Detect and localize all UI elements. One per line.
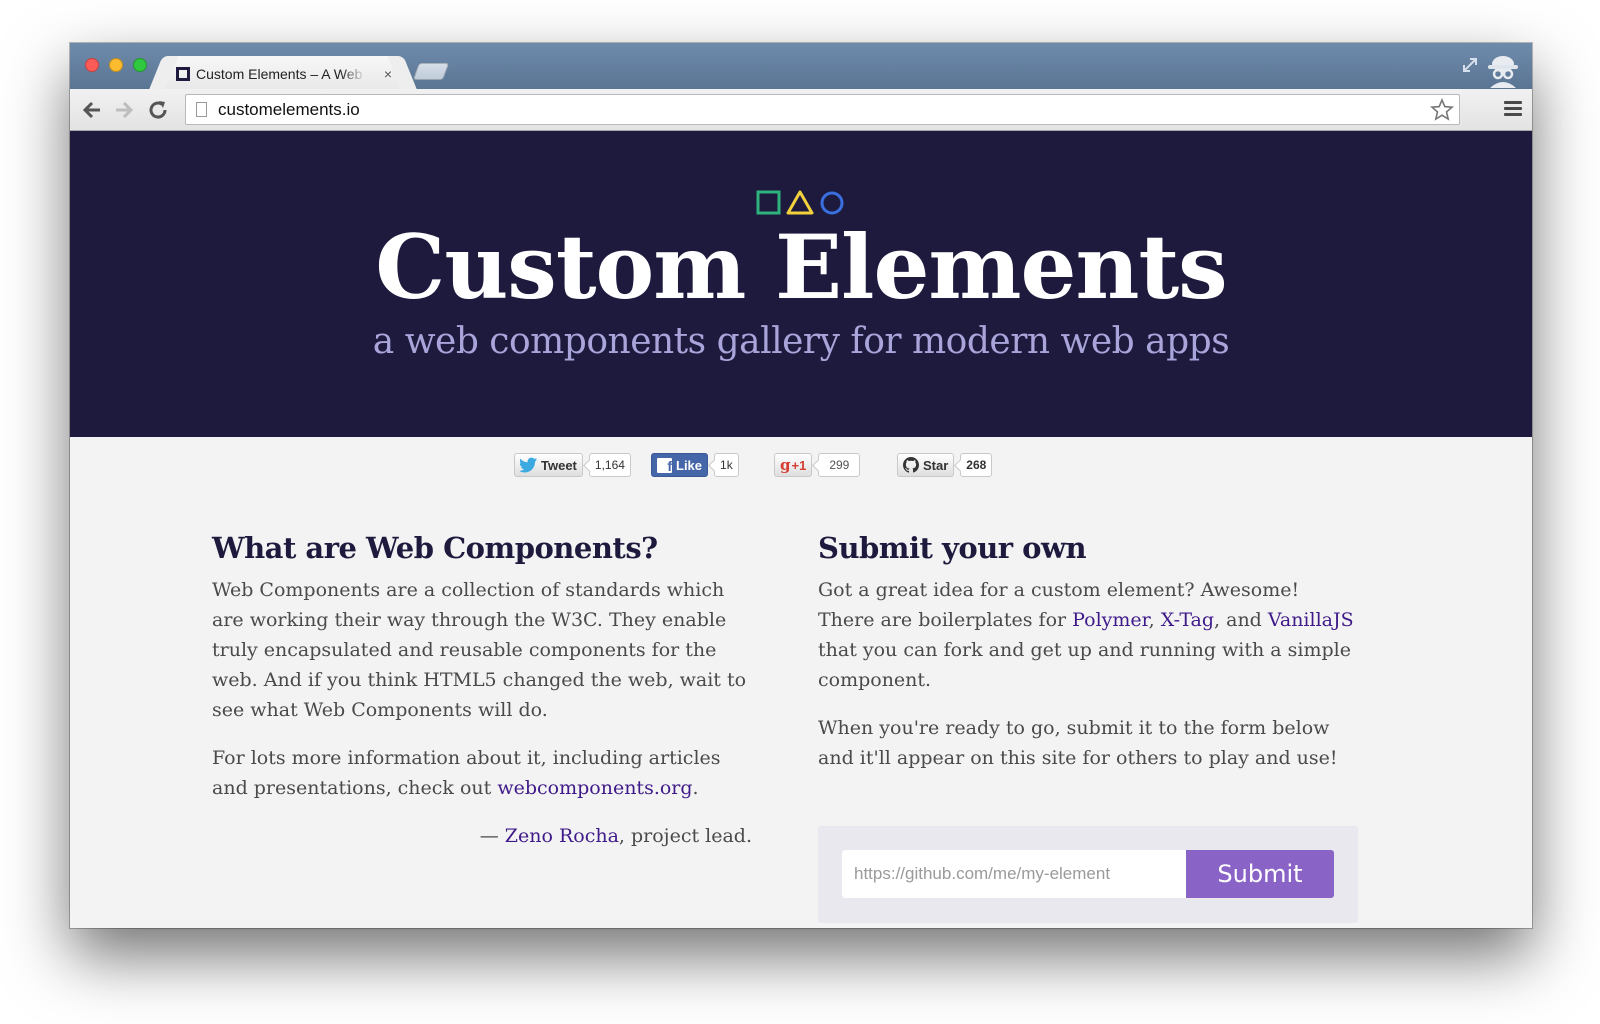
- submit-section: Submit your own Got a great idea for a c…: [818, 531, 1358, 791]
- github-octocat-icon: [903, 457, 919, 473]
- xtag-link[interactable]: X-Tag: [1161, 609, 1214, 631]
- signature-role: , project lead.: [618, 825, 752, 847]
- submit-button[interactable]: Submit: [1186, 850, 1334, 898]
- separator: , and: [1214, 609, 1268, 631]
- page-title: Custom Elements: [375, 215, 1227, 319]
- tweet-label: Tweet: [541, 457, 577, 473]
- twitter-bird-icon: [520, 457, 538, 473]
- zoom-window-button[interactable]: [133, 58, 147, 72]
- title-bar: Custom Elements – A Web Components Galle…: [70, 43, 1532, 89]
- fullscreen-icon[interactable]: [1460, 55, 1480, 75]
- submit-paragraph: Got a great idea for a custom element? A…: [818, 575, 1358, 695]
- submit-heading: Submit your own: [818, 531, 1087, 565]
- hero-banner: Custom Elements a web components gallery…: [70, 131, 1532, 437]
- tweet-count[interactable]: 1,164: [588, 453, 631, 477]
- tab-close-icon[interactable]: ×: [384, 66, 392, 82]
- star-count[interactable]: 268: [960, 453, 993, 477]
- browser-toolbar: customelements.io: [70, 89, 1532, 131]
- repo-url-input[interactable]: [842, 850, 1186, 898]
- zeno-rocha-link[interactable]: Zeno Rocha: [505, 825, 619, 847]
- submit-instructions: When you're ready to go, submit it to th…: [818, 717, 1338, 769]
- about-paragraph: Web Components are a collection of stand…: [212, 579, 747, 721]
- like-count[interactable]: 1k: [714, 453, 739, 477]
- address-bar[interactable]: customelements.io: [185, 94, 1460, 125]
- about-heading: What are Web Components?: [212, 531, 658, 565]
- google-plus-icon: g: [780, 456, 791, 474]
- page-subtitle: a web components gallery for modern web …: [372, 321, 1230, 362]
- social-buttons: Tweet 1,164 f Like 1k g +1 299 Star 268: [70, 453, 1532, 481]
- tweet-button[interactable]: Tweet 1,164: [514, 453, 631, 477]
- like-label: Like: [676, 457, 703, 473]
- about-section: What are Web Components? Web Components …: [212, 531, 752, 869]
- more-info-end: .: [692, 777, 699, 799]
- about-more-info: For lots more information about it, incl…: [212, 743, 752, 803]
- browser-window: Custom Elements – A Web Components Galle…: [70, 43, 1532, 928]
- github-star-button[interactable]: Star 268: [897, 453, 993, 477]
- gplus-count[interactable]: 299: [818, 453, 861, 477]
- facebook-icon: f: [657, 457, 672, 474]
- forward-arrow-icon[interactable]: [112, 98, 136, 122]
- webcomponents-link[interactable]: webcomponents.org: [497, 777, 692, 799]
- page-viewport: Custom Elements a web components gallery…: [70, 131, 1532, 928]
- reload-icon[interactable]: [146, 98, 170, 122]
- submit-intro-end: that you can fork and get up and running…: [818, 639, 1351, 691]
- new-tab-button[interactable]: [412, 63, 450, 80]
- minimize-window-button[interactable]: [109, 58, 123, 72]
- browser-tab[interactable]: Custom Elements – A Web Components Galle…: [164, 56, 402, 89]
- page-icon: [196, 102, 207, 117]
- gplus-label: +1: [791, 457, 807, 473]
- signature: — Zeno Rocha, project lead.: [212, 821, 752, 851]
- vanillajs-link[interactable]: VanillaJS: [1268, 609, 1354, 631]
- google-plus-button[interactable]: g +1 299: [774, 453, 861, 477]
- close-window-button[interactable]: [85, 58, 99, 72]
- url-text[interactable]: customelements.io: [218, 100, 360, 120]
- facebook-like-button[interactable]: f Like 1k: [651, 453, 739, 477]
- polymer-link[interactable]: Polymer: [1072, 609, 1149, 631]
- menu-icon[interactable]: [1504, 101, 1522, 117]
- incognito-icon: [1484, 50, 1522, 88]
- star-label: Star: [923, 457, 949, 473]
- separator: ,: [1148, 609, 1161, 631]
- tab-title: Custom Elements – A Web Components Galle…: [196, 66, 366, 82]
- signature-dash: —: [479, 825, 505, 847]
- back-arrow-icon[interactable]: [80, 98, 104, 122]
- favicon-icon: [176, 67, 190, 81]
- logo-shapes-icon: [756, 190, 844, 215]
- submit-form: Submit: [818, 826, 1358, 923]
- bookmark-star-icon[interactable]: [1430, 97, 1454, 122]
